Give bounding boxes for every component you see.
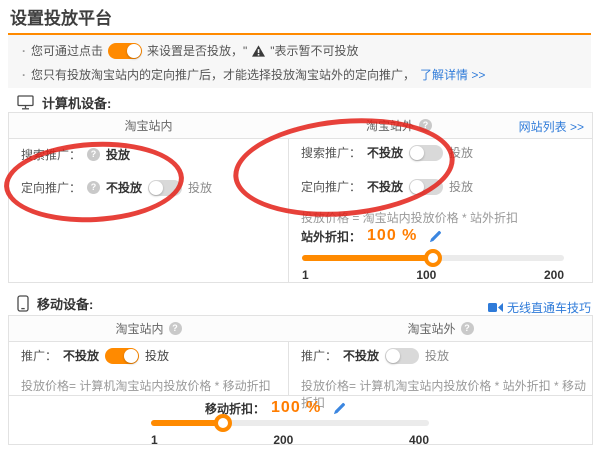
notice-line1-text-end: "表示暂不可投放 xyxy=(270,42,358,59)
slider-track[interactable] xyxy=(151,420,429,426)
help-icon[interactable]: ? xyxy=(87,148,100,161)
computer-table-header: 淘宝站内 淘宝站外 ? 网站列表 >> xyxy=(9,113,592,139)
mobile-discount-slider: 1 200 400 xyxy=(151,420,429,447)
website-list-link[interactable]: 网站列表 >> xyxy=(519,118,584,135)
computer-section-header: 计算机设备: xyxy=(17,93,111,112)
mobile-offsite-promo-row: 推广： 不投放 投放 xyxy=(301,347,449,364)
header-taobao-offsite: 淘宝站外 ? xyxy=(289,316,592,341)
slider-fill xyxy=(302,255,433,261)
onsite-targeted-toggle[interactable] xyxy=(148,180,182,196)
placement-settings-page: 设置投放平台 · 您可通过点击 来设置是否投放，" "表示暂不可投放 · 您只有… xyxy=(0,0,600,449)
computer-icon xyxy=(17,95,34,110)
bullet-dot: · xyxy=(22,68,26,82)
slider-ticks: 1 200 400 xyxy=(151,433,429,447)
computer-table: 淘宝站内 淘宝站外 ? 网站列表 >> 搜索推广： ? 投放 定向推广： ? 不… xyxy=(8,112,593,283)
notice-line2-text: 您只有投放淘宝站内的定向推广后，才能选择投放淘宝站外的定向推广， xyxy=(31,66,415,83)
header-taobao-onsite: 淘宝站内 ? xyxy=(9,316,288,341)
help-icon[interactable]: ? xyxy=(419,119,432,132)
slider-handle[interactable] xyxy=(424,249,442,267)
video-icon xyxy=(488,302,503,313)
mobile-table: 淘宝站内 ? 淘宝站外 ? 推广： 不投放 投放 投放价格= 计算机淘宝站内投放… xyxy=(8,315,593,445)
page-title: 设置投放平台 xyxy=(10,4,112,29)
mobile-onsite-toggle[interactable] xyxy=(105,348,139,364)
slider-track[interactable] xyxy=(302,255,564,261)
offsite-search-toggle[interactable] xyxy=(409,145,443,161)
help-icon[interactable]: ? xyxy=(87,181,100,194)
mobile-phone-icon xyxy=(17,295,29,312)
mobile-offsite-toggle[interactable] xyxy=(385,348,419,364)
offsite-discount-slider: 1 100 200 xyxy=(302,255,564,282)
offsite-targeted-row: 定向推广： 不投放 投放 xyxy=(301,178,473,195)
learn-more-link[interactable]: 了解详情 >> xyxy=(420,66,485,83)
warning-icon xyxy=(252,45,265,57)
mobile-section-header: 移动设备: xyxy=(17,294,93,313)
header-taobao-onsite: 淘宝站内 xyxy=(9,113,288,138)
mobile-onsite-formula: 投放价格= 计算机淘宝站内投放价格 * 移动折扣 xyxy=(21,377,271,394)
edit-icon[interactable] xyxy=(429,230,442,243)
placement-toggle-sample[interactable] xyxy=(108,43,142,59)
offsite-targeted-toggle[interactable] xyxy=(409,179,443,195)
toggle-knob xyxy=(127,44,141,58)
edit-icon[interactable] xyxy=(333,402,346,415)
onsite-targeted-row: 定向推广： ? 不投放 投放 xyxy=(21,179,212,196)
offsite-search-row: 搜索推广： 不投放 投放 xyxy=(301,144,473,161)
toggle-knob xyxy=(124,349,138,363)
wireless-tips-link[interactable]: 无线直通车技巧 xyxy=(488,299,591,316)
toggle-knob xyxy=(386,349,400,363)
notice-line-2: · 您只有投放淘宝站内的定向推广后，才能选择投放淘宝站外的定向推广， 了解详情 … xyxy=(22,66,485,83)
computer-section-title: 计算机设备: xyxy=(42,93,111,112)
help-icon[interactable]: ? xyxy=(169,322,182,335)
toggle-knob xyxy=(410,146,424,160)
mobile-discount-value: 100 % xyxy=(271,399,321,417)
notice-line1-text-mid: 来设置是否投放，" xyxy=(147,42,247,59)
mobile-onsite-promo-row: 推广： 不投放 投放 xyxy=(21,347,169,364)
slider-fill xyxy=(151,420,223,426)
mobile-section-title: 移动设备: xyxy=(37,294,93,313)
offsite-discount-row: 站外折扣： 100 % xyxy=(301,227,442,245)
offsite-price-formula: 投放价格 = 淘宝站内投放价格 * 站外折扣 xyxy=(301,209,518,226)
bullet-dot: · xyxy=(22,44,26,58)
header-taobao-offsite: 淘宝站外 ? xyxy=(289,113,509,138)
offsite-discount-value: 100 % xyxy=(367,227,417,245)
help-icon[interactable]: ? xyxy=(461,322,474,335)
row-divider xyxy=(9,395,592,396)
mobile-table-header: 淘宝站内 ? 淘宝站外 ? xyxy=(9,316,592,342)
slider-ticks: 1 100 200 xyxy=(302,268,564,282)
onsite-search-row: 搜索推广： ? 投放 xyxy=(21,146,130,163)
notice-line1-text-before: 您可通过点击 xyxy=(31,42,103,59)
toggle-knob xyxy=(149,181,163,195)
toggle-knob xyxy=(410,180,424,194)
notice-line-1: · 您可通过点击 来设置是否投放，" "表示暂不可投放 xyxy=(22,42,359,59)
notice-panel: · 您可通过点击 来设置是否投放，" "表示暂不可投放 · 您只有投放淘宝站内的… xyxy=(8,33,591,88)
slider-handle[interactable] xyxy=(214,414,232,432)
